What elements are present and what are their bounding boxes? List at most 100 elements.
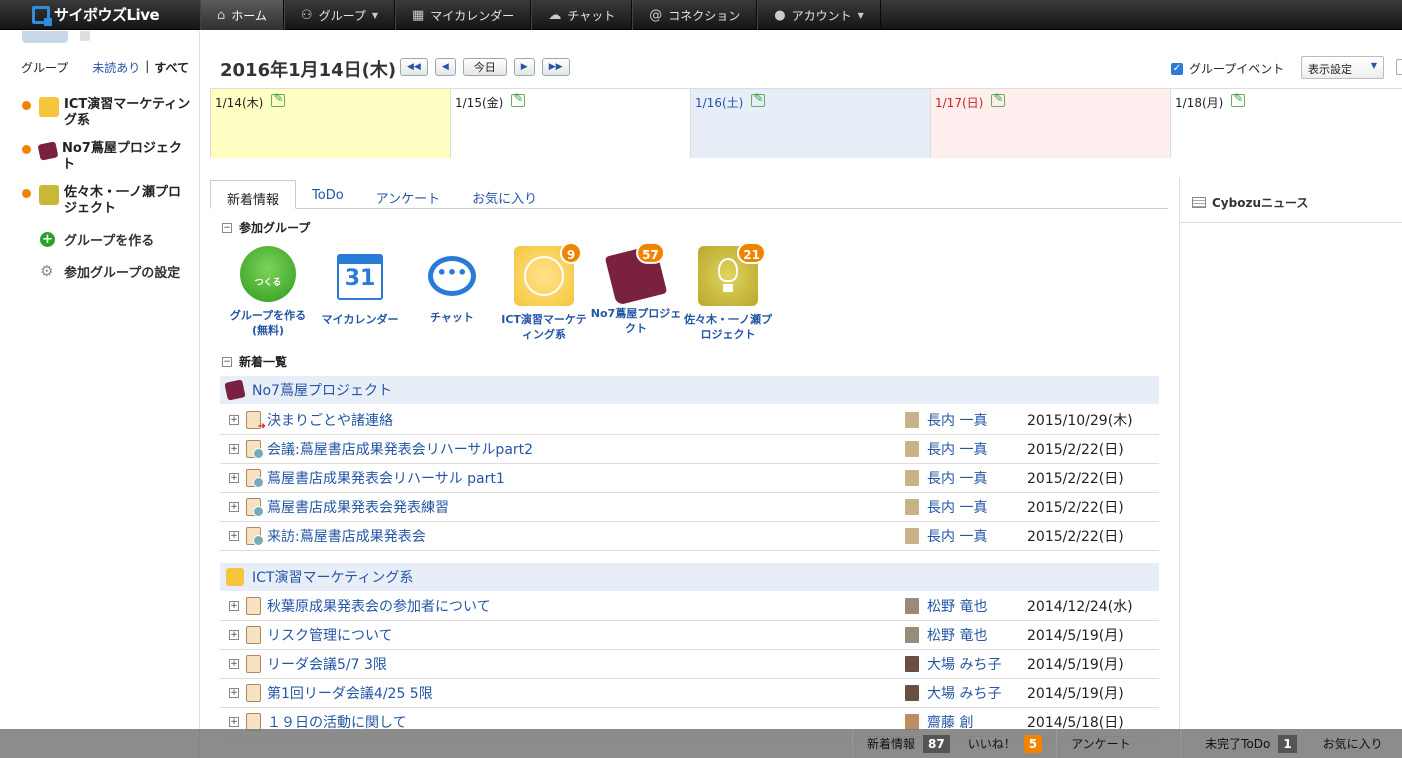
- app-my-calendar[interactable]: 31 マイカレンダー: [314, 244, 406, 342]
- news-group-header[interactable]: ICT演習マーケティング系: [220, 563, 1159, 591]
- expand-icon[interactable]: +: [229, 502, 239, 512]
- avatar[interactable]: [22, 31, 68, 43]
- row-title[interactable]: 会議:蔦屋書店成果発表会リハーサルpart2: [267, 439, 895, 459]
- sidebar-tab-all[interactable]: すべて: [154, 59, 189, 76]
- expand-icon[interactable]: +: [229, 688, 239, 698]
- expand-icon[interactable]: +: [229, 473, 239, 483]
- expand-icon[interactable]: +: [229, 630, 239, 640]
- first-button[interactable]: ◀◀: [400, 58, 428, 76]
- app-chat[interactable]: ••• チャット: [406, 244, 498, 342]
- table-row[interactable]: + 決まりごとや諸連絡 長内 一真 2015/10/29(木): [220, 406, 1159, 435]
- cybozu-news-header[interactable]: Cybozuニュース: [1192, 194, 1308, 211]
- row-user[interactable]: 松野 竜也: [927, 625, 1027, 645]
- table-row[interactable]: + 秋葉原成果発表会の参加者について 松野 竜也 2014/12/24(水): [220, 592, 1159, 621]
- calendar-day-label: 1/14(木): [215, 96, 264, 110]
- create-group-link[interactable]: + グループを作る: [40, 230, 154, 249]
- row-title[interactable]: 決まりごとや諸連絡: [267, 410, 895, 430]
- news-group-header[interactable]: No7蔦屋プロジェクト: [220, 376, 1159, 404]
- expand-icon[interactable]: +: [229, 444, 239, 454]
- table-row[interactable]: + リーダ会議5/7 3限 大場 みち子 2014/5/19(月): [220, 650, 1159, 679]
- table-row[interactable]: + 蔦屋書店成果発表会発表練習 長内 一真 2015/2/22(日): [220, 493, 1159, 522]
- sidebar-item-sasaki[interactable]: 佐々木・一ノ瀬プロジェクト: [22, 185, 192, 217]
- expand-icon[interactable]: +: [229, 531, 239, 541]
- tab-news[interactable]: 新着情報: [210, 180, 297, 209]
- bottom-news[interactable]: 新着情報 87: [852, 729, 964, 758]
- prev-button[interactable]: ◀: [434, 58, 456, 76]
- nav-group[interactable]: ⚇ グループ ▼: [283, 0, 395, 30]
- row-title[interactable]: 蔦屋書店成果発表会発表練習: [267, 497, 895, 517]
- news-list-header[interactable]: − 新着一覧: [222, 353, 287, 370]
- expand-button[interactable]: [1396, 59, 1402, 75]
- calendar-day[interactable]: 1/15(金): [450, 89, 690, 158]
- row-title[interactable]: リスク管理について: [267, 625, 895, 645]
- today-button[interactable]: 今日: [462, 58, 507, 76]
- expand-icon[interactable]: +: [229, 415, 239, 425]
- row-user[interactable]: 長内 一真: [927, 410, 1027, 430]
- group-event-toggle[interactable]: ✓ グループイベント: [1171, 60, 1284, 77]
- table-row[interactable]: + 会議:蔦屋書店成果発表会リハーサルpart2 長内 一真 2015/2/22…: [220, 435, 1159, 464]
- row-title[interactable]: 第1回リーダ会議4/25 5限: [267, 683, 895, 703]
- display-settings-select[interactable]: 表示設定 ▼: [1301, 56, 1384, 79]
- tab-favorites[interactable]: お気に入り: [456, 180, 553, 209]
- edit-icon[interactable]: [751, 91, 766, 107]
- sidebar-tab-unread[interactable]: 未読あり: [92, 59, 140, 76]
- checkbox[interactable]: ✓: [1171, 62, 1183, 75]
- sidebar-item-ict[interactable]: ICT演習マーケティング系: [22, 97, 192, 129]
- row-user[interactable]: 大場 みち子: [927, 654, 1027, 674]
- app-create-group[interactable]: つくる グループを作る(無料): [222, 244, 314, 342]
- bottom-news-label: 新着情報: [867, 737, 916, 751]
- row-title[interactable]: 来訪:蔦屋書店成果発表会: [267, 526, 895, 546]
- bottom-todo-label: 未完了ToDo: [1205, 737, 1271, 751]
- row-user[interactable]: 大場 みち子: [927, 683, 1027, 703]
- table-row[interactable]: + 第1回リーダ会議4/25 5限 大場 みち子 2014/5/19(月): [220, 679, 1159, 708]
- edit-icon[interactable]: [1231, 91, 1246, 107]
- nav-my-calendar[interactable]: ▦ マイカレンダー: [395, 0, 532, 30]
- app-no7[interactable]: 57 No7蔦屋プロジェクト: [590, 241, 682, 342]
- chevron-down-icon: ▼: [371, 10, 378, 20]
- nav-home[interactable]: ⌂ ホーム: [200, 0, 284, 30]
- row-title[interactable]: 蔦屋書店成果発表会リハーサル part1: [267, 468, 895, 488]
- sidebar-item-no7[interactable]: No7蔦屋プロジェクト: [22, 141, 192, 173]
- row-title[interactable]: 秋葉原成果発表会の参加者について: [267, 596, 895, 616]
- calendar-day[interactable]: 1/14(木): [210, 89, 450, 158]
- app-sasaki[interactable]: 21 佐々木・一ノ瀬プロジェクト: [682, 242, 774, 342]
- nav-account[interactable]: ● アカウント ▼: [757, 0, 881, 30]
- row-user[interactable]: 長内 一真: [927, 526, 1027, 546]
- nav-connection[interactable]: @ コネクション: [632, 0, 758, 30]
- edit-icon[interactable]: [991, 91, 1006, 107]
- row-user[interactable]: 松野 竜也: [927, 596, 1027, 616]
- row-title[interactable]: リーダ会議5/7 3限: [267, 654, 895, 674]
- group-settings-label: 参加グループの設定: [64, 266, 181, 281]
- expand-icon[interactable]: +: [229, 717, 239, 727]
- tab-survey[interactable]: アンケート: [360, 180, 456, 209]
- table-row[interactable]: + 来訪:蔦屋書店成果発表会 長内 一真 2015/2/22(日): [220, 522, 1159, 551]
- app-ict[interactable]: 9 ICT演習マーケティング系: [498, 242, 590, 342]
- table-row[interactable]: + リスク管理について 松野 竜也 2014/5/19(月): [220, 621, 1159, 650]
- calendar-day[interactable]: 1/17(日): [930, 89, 1170, 158]
- edit-icon[interactable]: [271, 91, 286, 107]
- row-user[interactable]: 長内 一真: [927, 497, 1027, 517]
- group-settings-link[interactable]: ⚙ 参加グループの設定: [40, 262, 181, 282]
- expand-icon[interactable]: +: [229, 601, 239, 611]
- collapse-icon[interactable]: −: [222, 222, 232, 233]
- bottom-like[interactable]: いいね！ 5: [964, 729, 1056, 758]
- joined-groups-header[interactable]: − 参加グループ: [222, 219, 310, 236]
- edit-icon[interactable]: [511, 91, 526, 107]
- row-user[interactable]: 長内 一真: [927, 468, 1027, 488]
- collapse-icon[interactable]: −: [222, 356, 232, 367]
- calendar-day[interactable]: 1/18(月): [1170, 89, 1402, 158]
- calendar-day[interactable]: 1/16(土): [690, 89, 930, 158]
- next-button[interactable]: ▶: [513, 58, 535, 76]
- last-button[interactable]: ▶▶: [541, 58, 570, 76]
- nav-chat[interactable]: ☁ チャット: [531, 0, 633, 30]
- expand-icon[interactable]: +: [229, 659, 239, 669]
- table-row[interactable]: + 蔦屋書店成果発表会リハーサル part1 長内 一真 2015/2/22(日…: [220, 464, 1159, 493]
- bottom-survey[interactable]: アンケート: [1056, 729, 1180, 758]
- logo[interactable]: サイボウズLive: [0, 0, 200, 29]
- tab-todo[interactable]: ToDo: [296, 180, 360, 209]
- bottom-todo[interactable]: 未完了ToDo 1: [1180, 729, 1311, 758]
- newspaper-icon: [1192, 197, 1206, 208]
- nav-chat-label: チャット: [567, 8, 616, 23]
- row-user[interactable]: 長内 一真: [927, 439, 1027, 459]
- bottom-favorites[interactable]: お気に入り: [1311, 729, 1397, 758]
